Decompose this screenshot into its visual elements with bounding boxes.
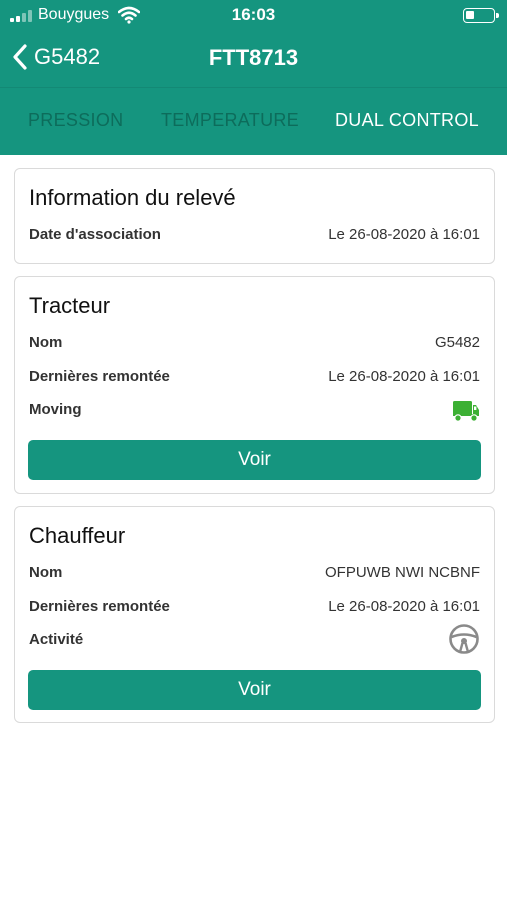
chauffeur-voir-button[interactable]: Voir [28, 670, 481, 710]
status-bar: Bouygues 16:03 [0, 0, 507, 30]
tracteur-card: Tracteur Nom G5482 Dernières remontée Le… [14, 276, 495, 494]
tracteur-name-value: G5482 [434, 334, 480, 351]
chauffeur-activity-label: Activité [29, 631, 84, 648]
status-time: 16:03 [231, 5, 276, 24]
navigation-bar: G5482 FTT8713 [0, 34, 507, 80]
chauffeur-card-title: Chauffeur [29, 523, 126, 548]
info-card-title: Information du relevé [29, 185, 236, 210]
page-title: FTT8713 [208, 45, 299, 70]
association-date-value: Le 26-08-2020 à 16:01 [328, 226, 480, 243]
tab-temperature[interactable]: TEMPERATURE [161, 110, 299, 131]
tab-pression[interactable]: PRESSION [28, 110, 123, 131]
tab-dual-control[interactable]: DUAL CONTROL [335, 110, 479, 131]
chauffeur-name-value: OFPUWB NWI NCBNF [325, 564, 480, 581]
tracteur-status-label: Moving [29, 401, 82, 418]
truck-icon [453, 401, 479, 422]
chauffeur-last-update-value: Le 26-08-2020 à 16:01 [328, 598, 480, 615]
tracteur-last-update-value: Le 26-08-2020 à 16:01 [328, 368, 480, 385]
chauffeur-last-update-label: Dernières remontée [29, 598, 170, 615]
app-header: Bouygues 16:03 G5482 FTT8713 PRESSION TE… [0, 0, 507, 155]
tracteur-last-update-label: Dernières remontée [29, 368, 170, 385]
association-date-label: Date d'association [29, 226, 161, 243]
tab-bar: PRESSION TEMPERATURE DUAL CONTROL [0, 88, 507, 155]
info-card: Information du relevé Date d'association… [14, 168, 495, 264]
steering-wheel-icon [449, 624, 479, 654]
tracteur-voir-button[interactable]: Voir [28, 440, 481, 480]
chauffeur-card: Chauffeur Nom OFPUWB NWI NCBNF Dernières… [14, 506, 495, 723]
tracteur-name-label: Nom [29, 334, 63, 351]
battery-icon [463, 8, 499, 23]
chauffeur-name-label: Nom [29, 564, 63, 581]
tracteur-card-title: Tracteur [29, 293, 111, 318]
